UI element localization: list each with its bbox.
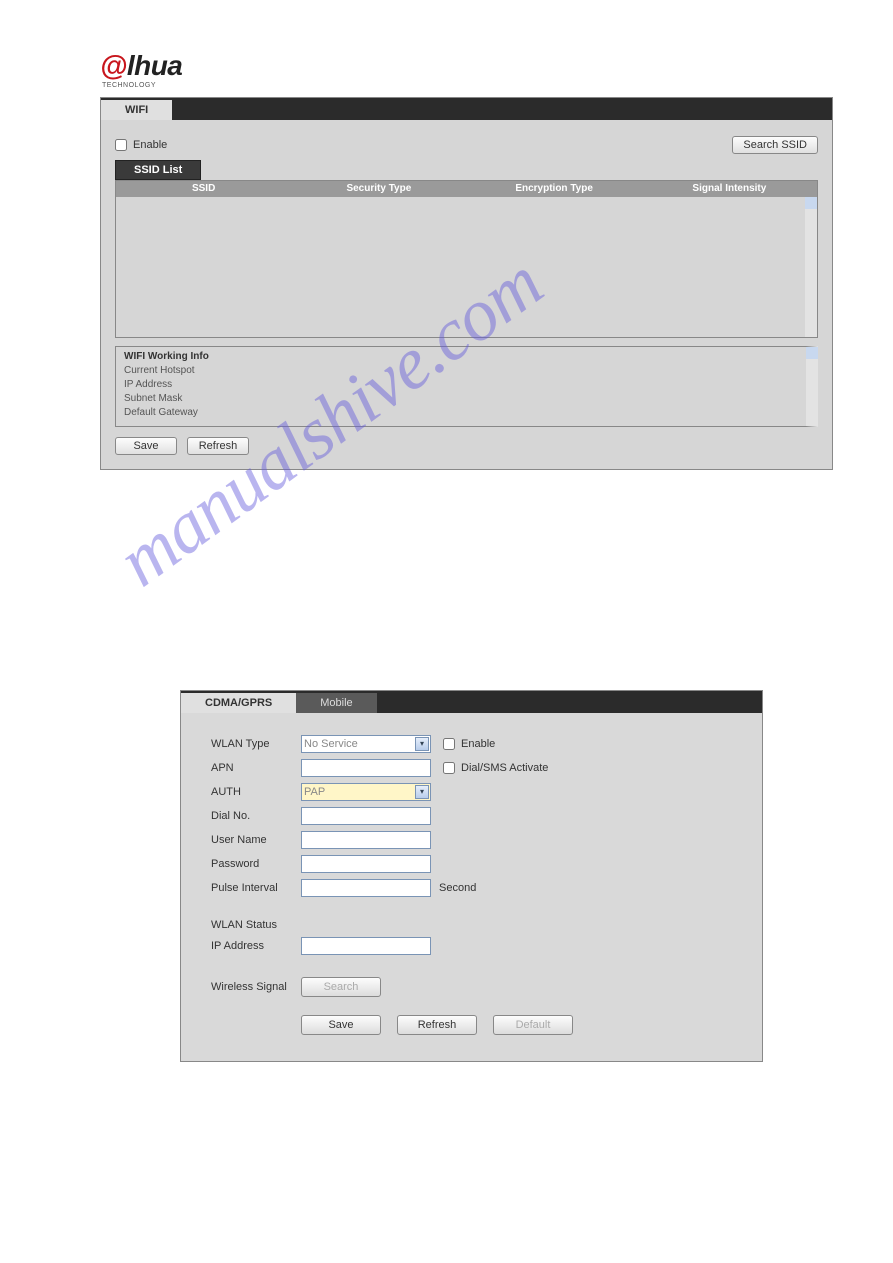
col-encryption-type: Encryption Type [467,181,642,197]
cdma-save-button[interactable]: Save [301,1015,381,1035]
label-ip-address: IP Address [211,940,301,952]
ssid-list-tab[interactable]: SSID List [115,160,201,180]
dial-sms-checkbox[interactable]: Dial/SMS Activate [443,762,548,774]
wlan-type-select[interactable]: ▾ [301,735,431,753]
cdma-enable-checkbox[interactable]: Enable [443,738,495,750]
working-info-title: WIFI Working Info [124,351,798,362]
label-password: Password [211,858,301,870]
logo-symbol: @ [100,50,127,81]
cdma-refresh-button[interactable]: Refresh [397,1015,477,1035]
cdma-panel: CDMA/GPRS Mobile WLAN Type ▾ Enable APN [180,690,763,1062]
label-wireless-signal: Wireless Signal [211,981,301,993]
label-apn: APN [211,762,301,774]
cdma-tabbar: CDMA/GPRS Mobile [181,691,762,713]
dial-no-input[interactable] [301,807,431,825]
col-security-type: Security Type [291,181,466,197]
cdma-enable-input[interactable] [443,738,455,750]
tab-cdma-gprs[interactable]: CDMA/GPRS [181,693,296,713]
label-auth: AUTH [211,786,301,798]
ssid-table: SSID Security Type Encryption Type Signa… [115,180,818,338]
logo: @lhua TECHNOLOGY [100,50,853,89]
scrollbar-thumb[interactable] [805,197,817,209]
label-wlan-status: WLAN Status [211,919,301,931]
enable-wifi-checkbox[interactable]: Enable [115,139,167,151]
label-pulse-interval: Pulse Interval [211,882,301,894]
label-wlan-type: WLAN Type [211,738,301,750]
auth-value[interactable] [301,783,431,801]
enable-wifi-input[interactable] [115,139,127,151]
tab-mobile[interactable]: Mobile [296,693,376,713]
col-signal-intensity: Signal Intensity [642,181,817,197]
working-info-subnet: Subnet Mask [124,393,798,404]
ssid-table-body[interactable] [116,197,817,337]
working-info-gateway: Default Gateway [124,407,798,418]
apn-input[interactable] [301,759,431,777]
wifi-panel: WIFI Enable Search SSID SSID List SSID S… [100,97,833,470]
label-dial-no: Dial No. [211,810,301,822]
user-name-input[interactable] [301,831,431,849]
auth-select[interactable]: ▾ [301,783,431,801]
wifi-refresh-button[interactable]: Refresh [187,437,249,455]
working-info-hotspot: Current Hotspot [124,365,798,376]
ip-address-input[interactable] [301,937,431,955]
wifi-working-info: WIFI Working Info Current Hotspot IP Add… [115,346,818,427]
logo-name: lhua [127,50,183,81]
wifi-tabbar: WIFI [101,98,832,120]
working-info-ip: IP Address [124,379,798,390]
dial-sms-label: Dial/SMS Activate [461,762,548,774]
label-user-name: User Name [211,834,301,846]
search-ssid-button[interactable]: Search SSID [732,136,818,154]
chevron-down-icon[interactable]: ▾ [415,785,429,799]
cdma-default-button[interactable]: Default [493,1015,573,1035]
logo-subtitle: TECHNOLOGY [102,82,853,89]
wifi-save-button[interactable]: Save [115,437,177,455]
tab-wifi[interactable]: WIFI [101,100,172,120]
cdma-enable-label: Enable [461,738,495,750]
dial-sms-input[interactable] [443,762,455,774]
pulse-unit: Second [439,882,476,894]
col-ssid: SSID [116,181,291,197]
chevron-down-icon[interactable]: ▾ [415,737,429,751]
password-input[interactable] [301,855,431,873]
wlan-type-value[interactable] [301,735,431,753]
scrollbar-thumb[interactable] [806,347,818,359]
enable-wifi-label: Enable [133,139,167,151]
wireless-search-button[interactable]: Search [301,977,381,997]
pulse-interval-input[interactable] [301,879,431,897]
